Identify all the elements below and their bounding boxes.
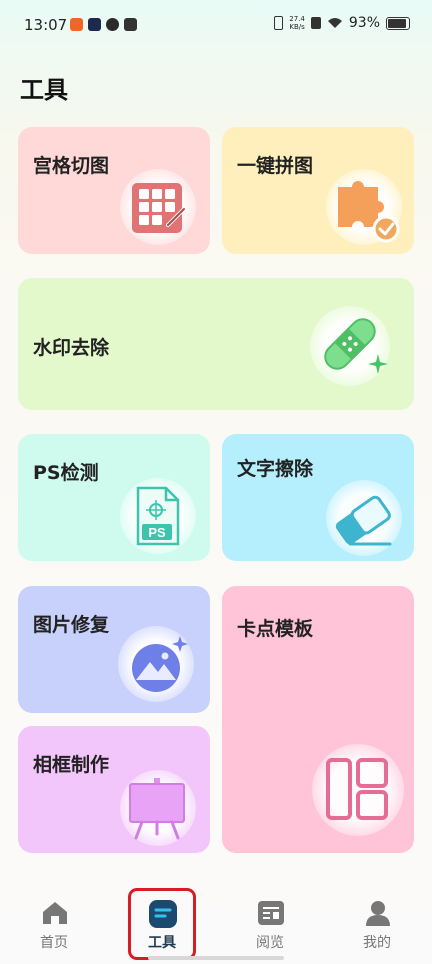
tool-label: 卡点模板 [237, 618, 314, 640]
nav-profile[interactable]: 我的 [337, 880, 417, 951]
tool-label: 相框制作 [33, 754, 110, 776]
grid-image-icon [132, 183, 186, 233]
tool-label: 宫格切图 [33, 155, 110, 177]
profile-icon [366, 901, 390, 926]
nav-label: 阅览 [256, 935, 284, 951]
nav-browse[interactable]: 阅览 [230, 880, 310, 951]
status-bar: 13:07 27.4 KB/s 93% [0, 0, 432, 48]
tool-card-text-erase[interactable]: 文字擦除 [222, 434, 414, 561]
browse-icon [258, 901, 284, 925]
ps-file-icon: PS [136, 486, 180, 546]
puzzle-icon [338, 181, 400, 243]
bottom-nav: 首页 工具 阅览 我的 [0, 880, 432, 964]
nav-home[interactable]: 首页 [14, 880, 94, 951]
wifi-icon [327, 18, 342, 28]
layout-template-icon [326, 758, 388, 820]
nfc-icon [310, 17, 321, 29]
tool-card-grid-cut[interactable]: 宫格切图 [18, 127, 210, 254]
video-notification-icon [88, 18, 101, 31]
eraser-icon [335, 495, 392, 546]
battery-percent: 93% [348, 15, 380, 31]
svg-text:PS: PS [148, 525, 166, 540]
image-repair-icon [132, 636, 188, 692]
status-time: 13:07 [24, 16, 68, 34]
tool-card-image-repair[interactable]: 图片修复 [18, 586, 210, 713]
mail-notification-icon [124, 18, 137, 31]
tool-label: 文字擦除 [237, 458, 314, 480]
tool-card-beat-template[interactable]: 卡点模板 [222, 586, 414, 853]
tool-label: 图片修复 [33, 614, 110, 636]
tool-label: 一键拼图 [237, 155, 314, 177]
tool-card-watermark-remove[interactable]: 水印去除 [18, 278, 414, 410]
active-tab-highlight [128, 888, 196, 960]
link-notification-icon [106, 18, 119, 31]
tool-card-collage[interactable]: 一键拼图 [222, 127, 414, 254]
easel-frame-icon [129, 778, 185, 840]
network-speed: 27.4 KB/s [289, 15, 305, 31]
app-notification-icon [70, 18, 83, 31]
tool-label: PS检测 [33, 462, 99, 484]
battery-icon [386, 16, 410, 30]
page-title: 工具 [20, 76, 68, 104]
nav-label: 首页 [40, 935, 68, 951]
tool-card-ps-detect[interactable]: PS检测 PS [18, 434, 210, 561]
vibrate-icon [274, 16, 284, 30]
home-icon [43, 902, 67, 924]
nav-label: 我的 [363, 935, 391, 951]
tool-label: 水印去除 [33, 337, 110, 359]
bandage-icon [324, 318, 388, 374]
tool-card-frame-make[interactable]: 相框制作 [18, 726, 210, 853]
home-indicator [148, 956, 284, 960]
